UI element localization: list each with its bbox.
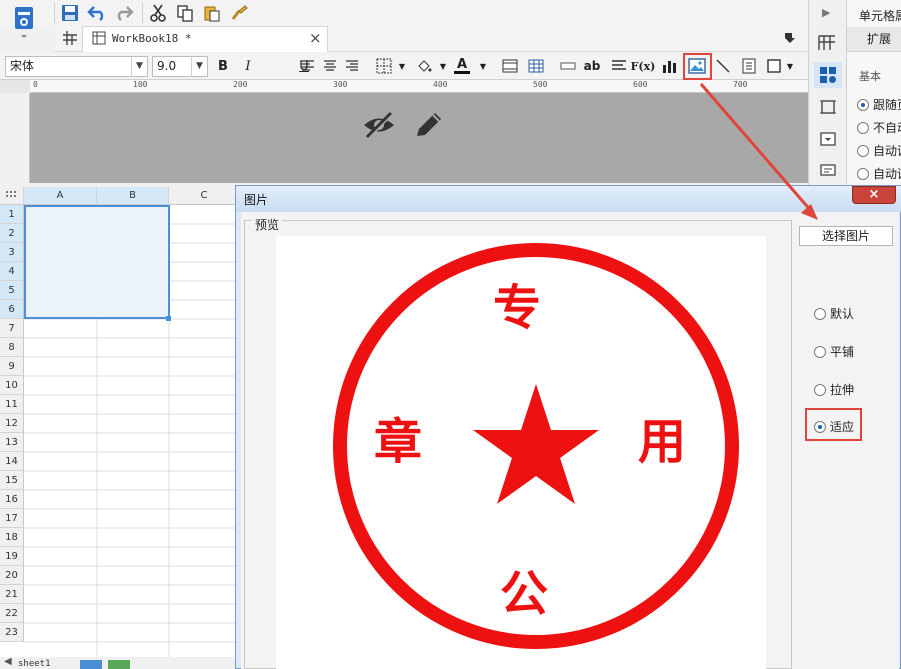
annotation-arrow [699, 83, 818, 220]
